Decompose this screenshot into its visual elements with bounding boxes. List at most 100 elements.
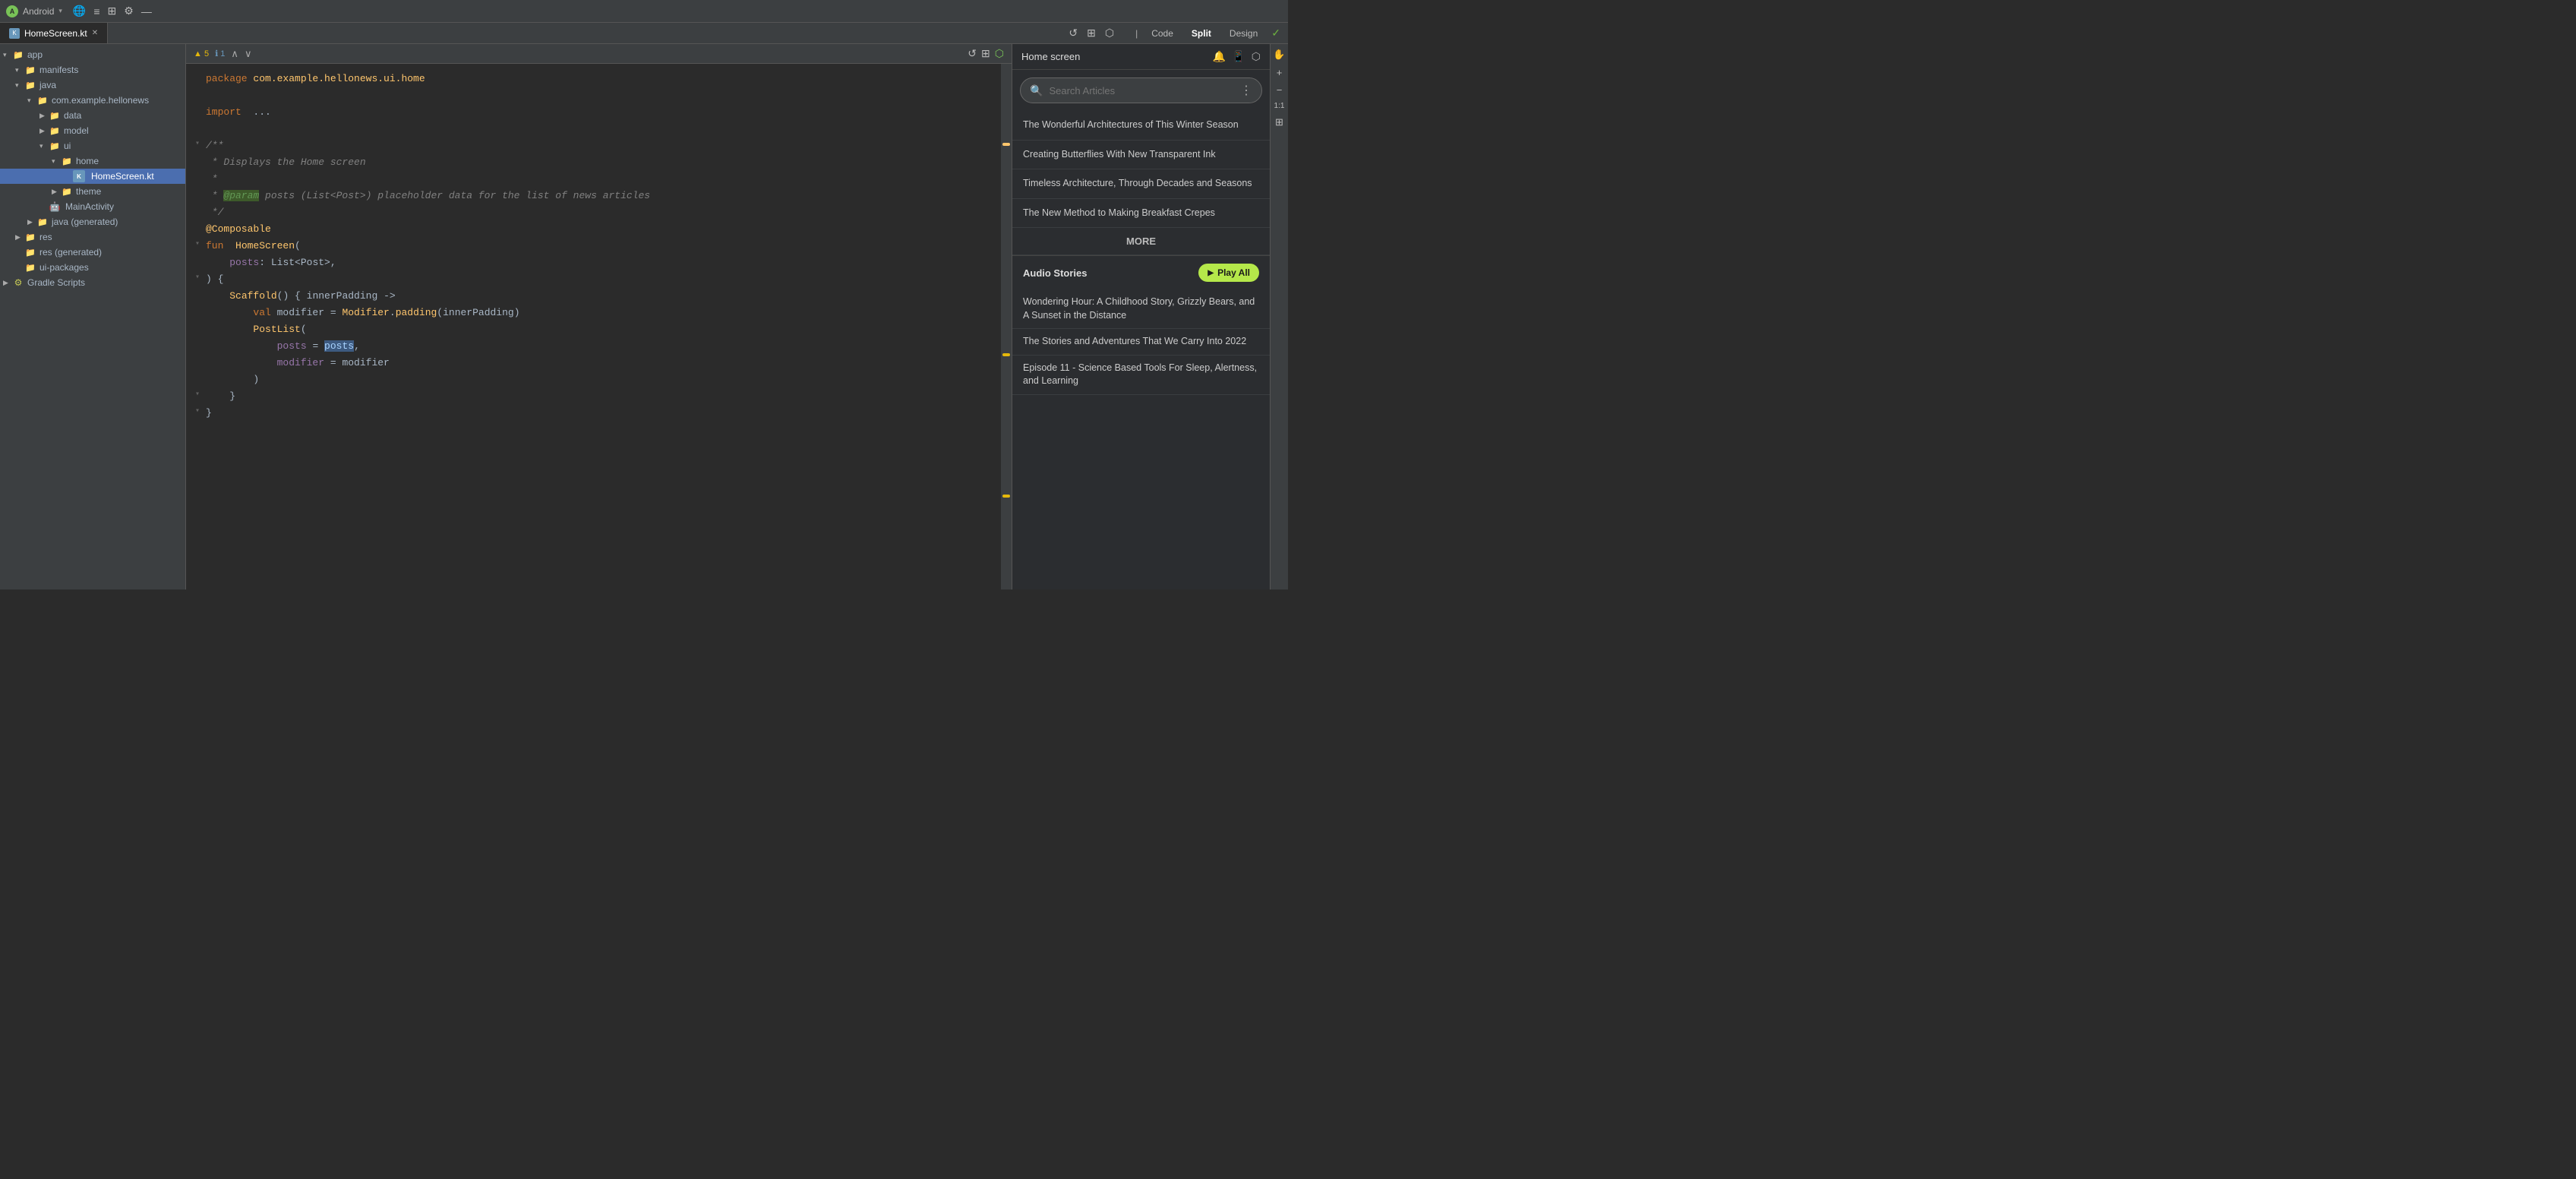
audio-item-1[interactable]: Wondering Hour: A Childhood Story, Grizz… (1012, 289, 1270, 329)
folder-icon-ui-packages: 📁 (24, 261, 36, 273)
sidebar-label-home: home (76, 156, 99, 166)
fold-fun[interactable]: ▾ (195, 239, 206, 251)
ratio-icon[interactable]: 1:1 (1274, 102, 1285, 110)
search-more-icon[interactable]: ⋮ (1240, 83, 1252, 98)
kotlin-file-icon: K (9, 28, 20, 39)
scroll-indicator (1001, 64, 1012, 590)
code-line-val-modifier: val modifier = Modifier.padding(innerPad… (186, 305, 1012, 322)
minimize-icon[interactable]: — (141, 5, 152, 17)
globe-icon[interactable]: 🌐 (73, 5, 86, 17)
sidebar-label-java-gen: java (generated) (52, 217, 118, 227)
minus-icon[interactable]: − (1277, 84, 1283, 96)
folder-icon-home: 📁 (61, 155, 73, 167)
sidebar-item-res[interactable]: ▶ 📁 res (0, 229, 185, 245)
top-bar-toolbar: 🌐 ≡ ⊞ ⚙ — (73, 5, 152, 17)
sidebar-item-data[interactable]: ▶ 📁 data (0, 108, 185, 123)
article-item-2[interactable]: Creating Butterflies With New Transparen… (1012, 141, 1270, 170)
sidebar-item-package[interactable]: ▾ 📁 com.example.hellonews (0, 93, 185, 108)
article-item-1[interactable]: The Wonderful Architectures of This Wint… (1012, 111, 1270, 141)
layout-icon[interactable]: ⊞ (108, 5, 117, 17)
audio-items: Wondering Hour: A Childhood Story, Grizz… (1012, 289, 1270, 400)
sidebar-item-mainactivity[interactable]: 🤖 MainActivity (0, 199, 185, 214)
fold-jdoc[interactable]: ▾ (195, 138, 206, 150)
code-line-posts-arg: posts = posts, (186, 339, 1012, 356)
platform-dropdown-arrow[interactable]: ▾ (58, 7, 62, 15)
article-item-4[interactable]: The New Method to Making Breakfast Crepe… (1012, 199, 1270, 229)
play-all-label: Play All (1217, 267, 1250, 278)
compose-panel-icon[interactable]: ⬡ (1252, 50, 1261, 63)
nav-up-icon[interactable]: ∧ (231, 48, 238, 60)
article-item-3[interactable]: Timeless Architecture, Through Decades a… (1012, 169, 1270, 199)
sidebar-item-theme[interactable]: ▶ 📁 theme (0, 184, 185, 199)
refresh-icon[interactable]: ↺ (968, 47, 977, 60)
phone-icon[interactable]: 📱 (1232, 50, 1245, 63)
sidebar-item-ui[interactable]: ▾ 📁 ui (0, 138, 185, 153)
folder-icon-manifests: 📁 (24, 64, 36, 76)
sidebar-item-model[interactable]: ▶ 📁 model (0, 123, 185, 138)
design-mode-btn[interactable]: Design (1225, 27, 1262, 40)
search-box[interactable]: 🔍 ⋮ (1020, 77, 1262, 103)
plus-icon[interactable]: + (1277, 67, 1283, 78)
fold-fun-close[interactable]: ▾ (195, 406, 206, 418)
fold-brace[interactable]: ▾ (195, 272, 206, 284)
sidebar-item-java[interactable]: ▾ 📁 java (0, 77, 185, 93)
sidebar-item-res-gen[interactable]: 📁 res (generated) (0, 245, 185, 260)
list-icon[interactable]: ≡ (93, 5, 99, 17)
platform-selector[interactable]: A Android ▾ (6, 5, 62, 17)
tab-homescreen[interactable]: K HomeScreen.kt ✕ (0, 23, 108, 43)
folder-icon-java: 📁 (24, 79, 36, 91)
audio-item-2[interactable]: The Stories and Adventures That We Carry… (1012, 329, 1270, 356)
sidebar-item-manifests[interactable]: ▾ 📁 manifests (0, 62, 185, 77)
view-mode-bar: ↺ ⊞ ⬡ | Code Split Design ✓ (1069, 27, 1288, 40)
code-line-modifier-arg: modifier = modifier (186, 356, 1012, 372)
gradle-icon: ⚙ (12, 277, 24, 289)
code-line-blank-1 (186, 88, 1012, 105)
arrow-data: ▶ (39, 112, 49, 120)
bell-icon[interactable]: 🔔 (1213, 50, 1226, 63)
sidebar-item-ui-packages[interactable]: 📁 ui-packages (0, 260, 185, 275)
sidebar-item-java-gen[interactable]: ▶ 📁 java (generated) (0, 214, 185, 229)
refresh-icon[interactable]: ↺ (1069, 27, 1078, 40)
audio-section: Audio Stories ▶ Play All Wondering Hour:… (1012, 255, 1270, 400)
info-count[interactable]: ℹ 1 (215, 49, 225, 58)
code-mode-btn[interactable]: Code (1147, 27, 1178, 40)
warnings-count[interactable]: ▲ 5 (194, 49, 209, 58)
nav-down-icon[interactable]: ∨ (245, 48, 252, 60)
build-status-icon: ✓ (1271, 27, 1280, 40)
project-sidebar: ▾ 📁 app ▾ 📁 manifests ▾ 📁 java ▾ 📁 com.e… (0, 44, 186, 590)
grid-icon[interactable]: ⊞ (1087, 27, 1096, 40)
sidebar-label-homescreen: HomeScreen.kt (91, 171, 154, 182)
tab-close-icon[interactable]: ✕ (92, 29, 98, 37)
compose-icon[interactable]: ⬡ (995, 47, 1004, 60)
search-box-container: 🔍 ⋮ (1012, 70, 1270, 108)
layout-icon[interactable]: ⊞ (981, 47, 990, 60)
play-all-button[interactable]: ▶ Play All (1198, 264, 1259, 282)
hand-icon[interactable]: ✋ (1273, 49, 1285, 61)
search-input[interactable] (1049, 85, 1234, 96)
sidebar-item-home[interactable]: ▾ 📁 home (0, 153, 185, 169)
more-button[interactable]: MORE (1012, 228, 1270, 255)
split-mode-btn[interactable]: Split (1187, 27, 1216, 40)
sidebar-label-res-gen: res (generated) (39, 247, 102, 258)
fold-scaffold-close[interactable]: ▾ (195, 389, 206, 401)
code-line-scaffold: Scaffold() { innerPadding -> (186, 289, 1012, 305)
settings-icon[interactable]: ⚙ (124, 5, 134, 17)
component-icon[interactable]: ⬡ (1105, 27, 1114, 40)
scroll-mark-1 (1002, 143, 1010, 146)
scroll-mark-warn-1 (1002, 353, 1010, 356)
sidebar-item-gradle[interactable]: ▶ ⚙ Gradle Scripts (0, 275, 185, 290)
folder-icon-ui: 📁 (49, 140, 61, 152)
grid-view-icon[interactable]: ⊞ (1275, 116, 1283, 128)
sidebar-label-data: data (64, 110, 81, 121)
editor-toolbar: ▲ 5 ℹ 1 ∧ ∨ ↺ ⊞ ⬡ (186, 44, 1012, 64)
code-line-jdoc-param: * @param posts (List<Post>) placeholder … (186, 188, 1012, 205)
audio-item-3[interactable]: Episode 11 - Science Based Tools For Sle… (1012, 356, 1270, 395)
arrow-java-gen: ▶ (27, 218, 36, 226)
far-right-strip: ✋ + − 1:1 ⊞ (1270, 44, 1288, 590)
top-bar: A Android ▾ 🌐 ≡ ⊞ ⚙ — (0, 0, 1288, 23)
panel-title: Home screen (1021, 51, 1080, 62)
sidebar-item-homescreen[interactable]: K HomeScreen.kt (0, 169, 185, 184)
folder-icon-res: 📁 (24, 231, 36, 243)
tab-bar: K HomeScreen.kt ✕ ↺ ⊞ ⬡ | Code Split Des… (0, 23, 1288, 44)
sidebar-item-app[interactable]: ▾ 📁 app (0, 47, 185, 62)
